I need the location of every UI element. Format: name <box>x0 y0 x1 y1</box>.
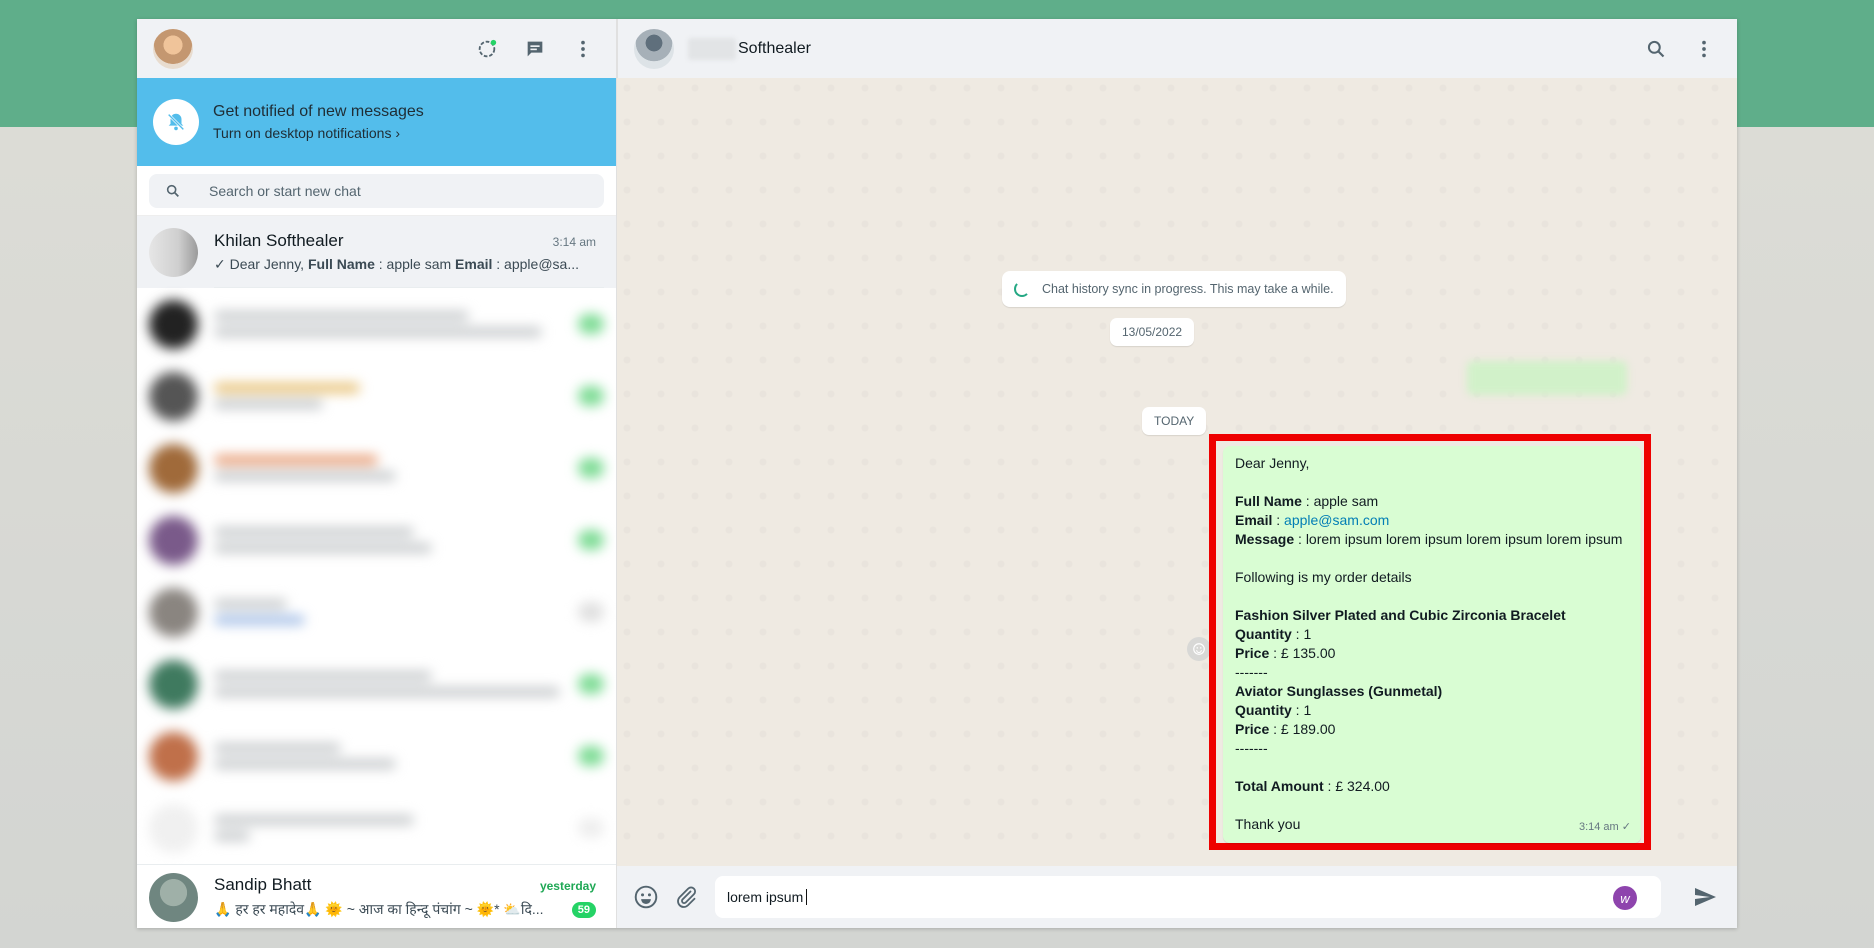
composer: lorem ipsum w <box>617 866 1737 928</box>
search-icon <box>166 184 179 197</box>
search-messages-icon[interactable] <box>1643 36 1669 62</box>
emoji-icon[interactable] <box>633 884 659 910</box>
list-item[interactable] <box>137 648 616 720</box>
chat-list-pane: Get notified of new messages Turn on des… <box>137 19 617 928</box>
blurred-chats <box>137 288 616 864</box>
chat-list: Khilan Softhealer 3:14 am ✓ Dear Jenny, … <box>137 216 616 916</box>
notification-banner[interactable]: Get notified of new messages Turn on des… <box>137 78 616 166</box>
redacted-name <box>688 37 736 60</box>
new-chat-icon[interactable] <box>522 36 548 62</box>
list-item[interactable] <box>137 504 616 576</box>
chat-time: 3:14 am <box>552 234 596 249</box>
list-item[interactable] <box>137 432 616 504</box>
enable-notifications-link[interactable]: Turn on desktop notifications › <box>213 125 424 141</box>
outgoing-message[interactable]: Dear Jenny, Full Name : apple sam Email … <box>1223 446 1641 843</box>
contact-name: Softhealer <box>738 39 811 57</box>
list-item[interactable] <box>137 792 616 864</box>
chat-name: Sandip Bhatt <box>214 875 312 894</box>
blurred-message <box>1467 361 1627 395</box>
avatar <box>149 872 198 922</box>
chat-item-sandip[interactable]: Sandip Bhatt yesterday 🙏 हर हर महादेव🙏 🌞… <box>137 864 616 928</box>
left-header <box>137 19 616 78</box>
chat-name: Khilan Softhealer <box>214 230 344 250</box>
message-input[interactable]: lorem ipsum w <box>715 876 1661 918</box>
contact-avatar[interactable] <box>634 28 674 69</box>
notification-title: Get notified of new messages <box>213 103 424 120</box>
avatar <box>149 227 198 277</box>
extension-badge-icon[interactable]: w <box>1613 886 1637 910</box>
menu-icon[interactable] <box>570 36 596 62</box>
conversation-header[interactable]: Softhealer <box>617 19 1737 78</box>
list-item[interactable] <box>137 288 616 360</box>
emoji-reaction-icon[interactable] <box>1187 637 1211 661</box>
status-icon[interactable] <box>474 36 500 62</box>
attach-icon[interactable] <box>673 884 699 910</box>
my-profile-avatar[interactable] <box>153 28 193 69</box>
list-item[interactable] <box>137 720 616 792</box>
message-time: 3:14 am ✓ <box>1578 821 1631 833</box>
unread-badge: 59 <box>571 901 596 918</box>
sent-check-icon: ✓ <box>214 255 226 272</box>
chat-preview: 🙏 हर हर महादेव🙏 🌞 ~ आज का हिन्दू पंचांग … <box>214 900 596 919</box>
sync-status: Chat history sync in progress. This may … <box>1002 271 1346 307</box>
chat-time: yesterday <box>539 879 596 893</box>
search-bar <box>137 166 616 216</box>
search-box <box>149 173 604 208</box>
email-link[interactable]: apple@sam.com <box>1284 512 1389 528</box>
chat-preview: ✓ Dear Jenny, Full Name : apple sam Emai… <box>214 255 579 272</box>
date-divider-today: TODAY <box>1142 407 1207 435</box>
messages-area: Chat history sync in progress. This may … <box>617 78 1737 866</box>
chat-menu-icon[interactable] <box>1691 36 1717 62</box>
date-divider: 13/05/2022 <box>1110 318 1195 346</box>
whatsapp-web-app: Get notified of new messages Turn on des… <box>137 19 1737 928</box>
list-item[interactable] <box>137 576 616 648</box>
search-input[interactable] <box>209 182 589 199</box>
send-icon[interactable] <box>1693 885 1717 914</box>
chat-item-khilan[interactable]: Khilan Softhealer 3:14 am ✓ Dear Jenny, … <box>137 216 616 288</box>
loading-spinner-icon <box>1014 281 1030 297</box>
conversation-pane: Softhealer Chat history sync in progress… <box>617 19 1737 928</box>
bell-off-icon <box>153 99 199 145</box>
list-item[interactable] <box>137 360 616 432</box>
